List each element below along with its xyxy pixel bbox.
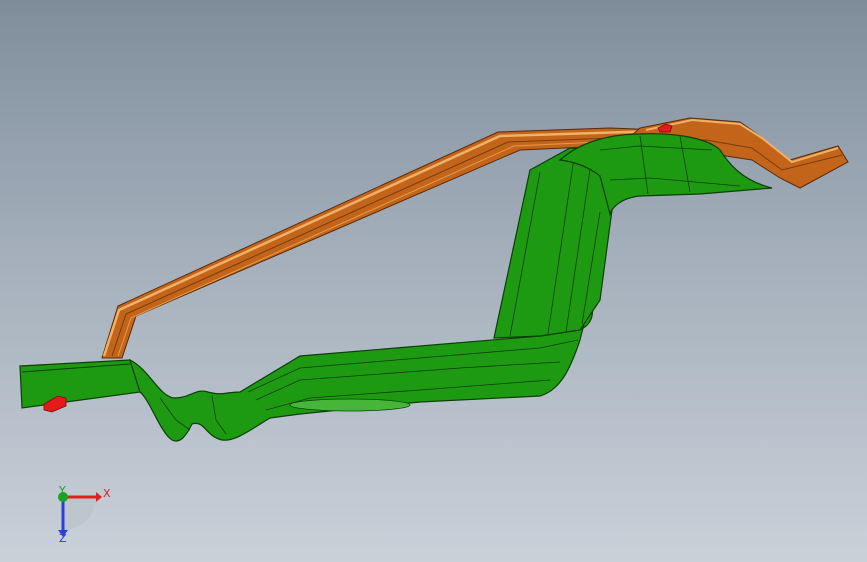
model-canvas[interactable]: [0, 0, 867, 562]
x-axis-label: X: [103, 487, 111, 500]
y-axis-label: Y: [59, 484, 66, 497]
3d-viewport[interactable]: Y X Z: [0, 0, 867, 562]
axis-triad[interactable]: [58, 492, 102, 537]
green-left-flange[interactable]: [19, 359, 141, 409]
green-riser[interactable]: [493, 147, 613, 339]
triad-background-arc: [63, 497, 96, 530]
x-axis-arrow: [96, 492, 102, 502]
orange-part[interactable]: [101, 117, 849, 359]
green-slot: [289, 398, 411, 412]
z-axis-label: Z: [59, 532, 67, 545]
